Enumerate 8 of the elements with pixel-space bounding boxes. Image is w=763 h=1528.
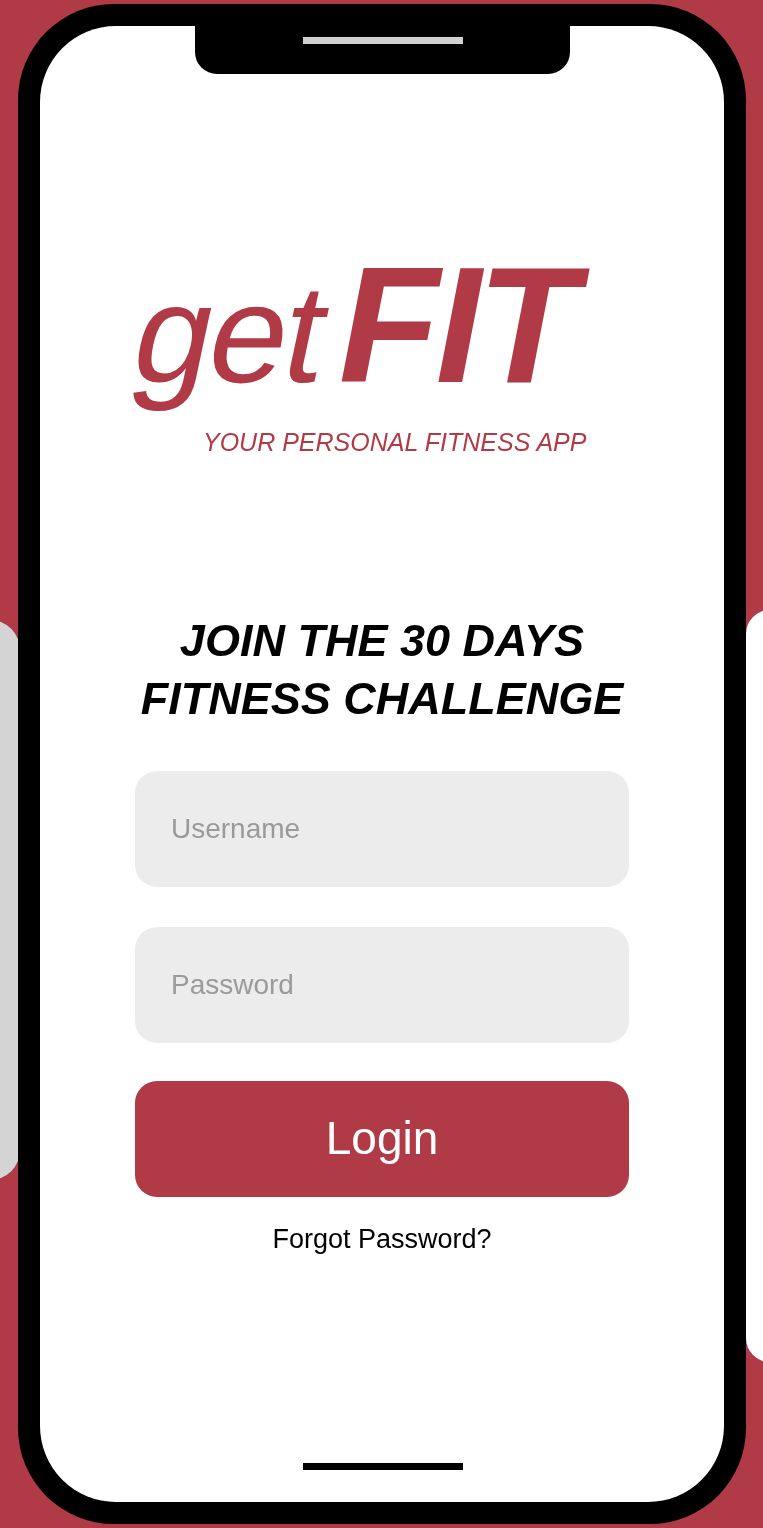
logo-text: FIT [338,226,595,424]
forgot-password-link[interactable]: Forgot Password? [272,1218,492,1259]
logo-tagline: YOUR PERSONAL FITNESS APP [203,427,588,458]
logo-text: get [119,254,341,414]
password-field[interactable]: Password [135,926,629,1043]
headline: JOIN THE 30 DAYS FITNESS CHALLENGE [139,613,626,726]
username-field[interactable]: Username [135,770,629,887]
login-button[interactable]: Login [135,1080,629,1197]
